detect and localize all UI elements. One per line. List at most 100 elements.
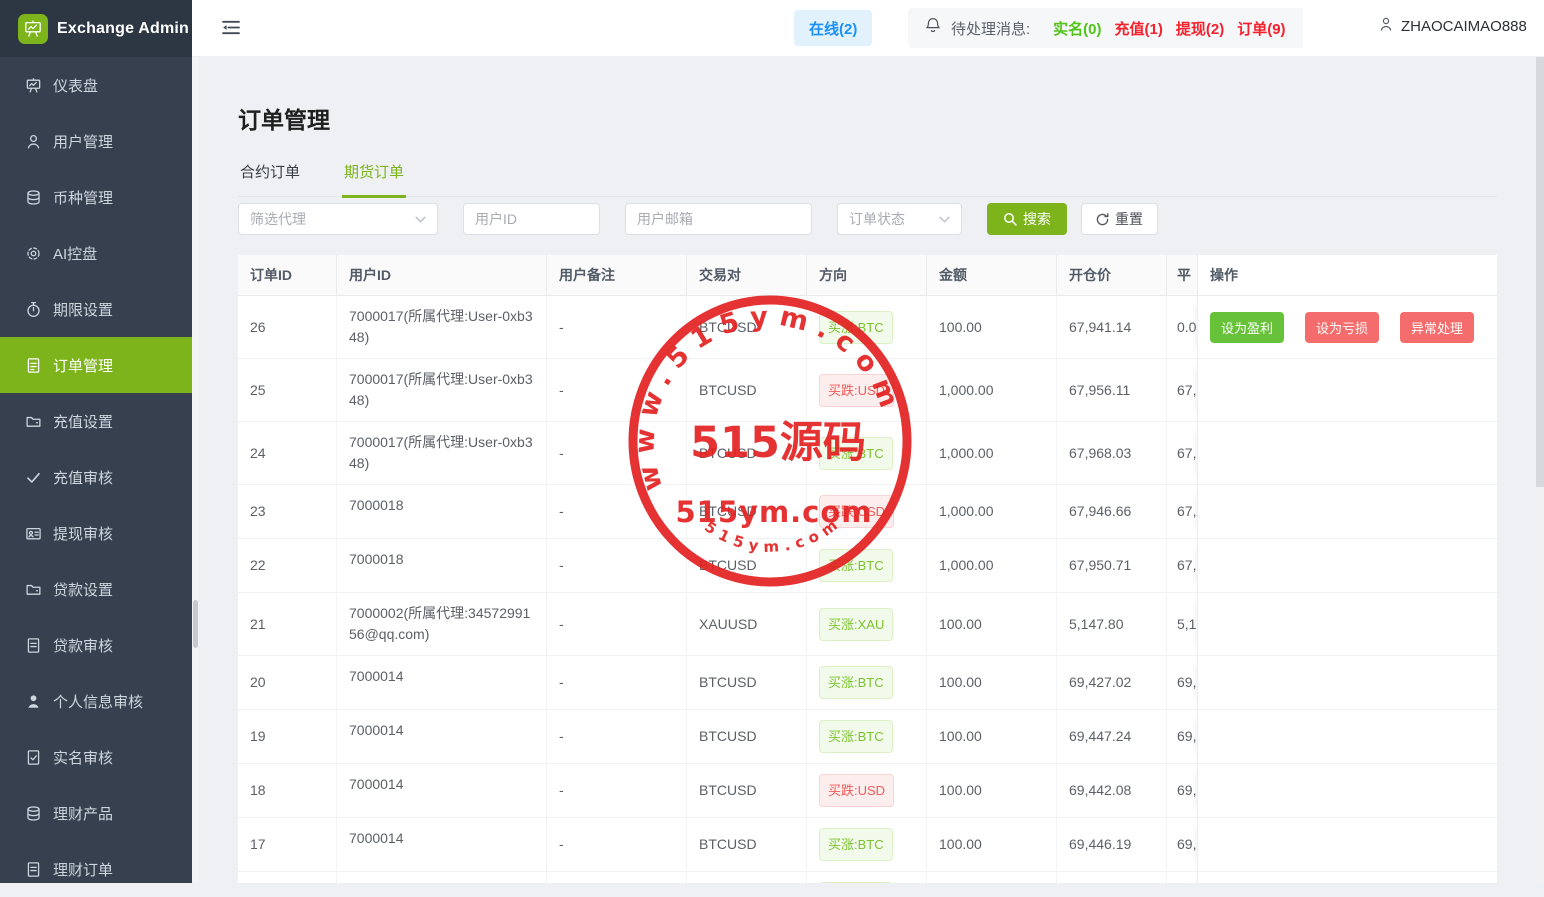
user-note-cell: - bbox=[547, 593, 687, 655]
close-price-cell: 67, bbox=[1167, 422, 1197, 484]
sidebar-item-3[interactable]: AI控盘 bbox=[0, 225, 192, 281]
pending-link-1[interactable]: 充值(1) bbox=[1115, 21, 1163, 38]
user-id-cell: 7000018 bbox=[337, 539, 547, 592]
sidebar-item-2[interactable]: 币种管理 bbox=[0, 169, 192, 225]
close-price-cell: 69, bbox=[1167, 710, 1197, 763]
folder-icon bbox=[25, 581, 42, 598]
page-scrollbar[interactable] bbox=[1536, 57, 1544, 883]
close-price-cell: 67, bbox=[1167, 485, 1197, 538]
dashboard-icon bbox=[25, 77, 42, 94]
brand-name: Exchange Admin bbox=[57, 20, 189, 38]
direction-badge: 买涨:XAU bbox=[819, 608, 893, 641]
order-id-cell: 21 bbox=[238, 593, 337, 655]
sidebar-item-0[interactable]: 仪表盘 bbox=[0, 57, 192, 113]
action-cell bbox=[1197, 485, 1497, 538]
direction-cell: 买涨:BTC bbox=[807, 539, 927, 592]
user-id-cell: 7000014 bbox=[337, 656, 547, 709]
sidebar-item-10[interactable]: 贷款审核 bbox=[0, 617, 192, 673]
sidebar-scrollbar[interactable] bbox=[192, 57, 199, 883]
pair-cell: BTCUSD bbox=[687, 296, 807, 358]
user-id-cell: 7000014 bbox=[337, 818, 547, 871]
status-select-placeholder: 订单状态 bbox=[849, 209, 905, 229]
sidebar-item-13[interactable]: 理财产品 bbox=[0, 785, 192, 841]
sidebar-item-11[interactable]: 个人信息审核 bbox=[0, 673, 192, 729]
file-icon bbox=[25, 861, 42, 878]
brand[interactable]: Exchange Admin bbox=[0, 0, 192, 57]
order-row: 227000018-BTCUSD买涨:BTC1,000.0067,950.716… bbox=[238, 539, 1497, 593]
agent-select[interactable]: 筛选代理 bbox=[238, 203, 438, 235]
sidebar-item-7[interactable]: 充值审核 bbox=[0, 449, 192, 505]
column-header-1: 用户ID bbox=[337, 255, 547, 295]
sidebar-item-6[interactable]: 充值设置 bbox=[0, 393, 192, 449]
order-id-cell: 23 bbox=[238, 485, 337, 538]
direction-badge: 买涨:BTC bbox=[819, 549, 893, 582]
online-badge[interactable]: 在线(2) bbox=[794, 10, 872, 46]
chevron-down-icon bbox=[939, 216, 950, 223]
set-loss-button[interactable]: 设为亏损 bbox=[1305, 312, 1379, 343]
sidebar-item-label: 理财订单 bbox=[53, 859, 113, 880]
column-header-3: 交易对 bbox=[687, 255, 807, 295]
sidebar-item-label: 订单管理 bbox=[53, 355, 113, 376]
sidebar-item-1[interactable]: 用户管理 bbox=[0, 113, 192, 169]
amount-cell: 100.00 bbox=[927, 593, 1057, 655]
user-note-cell: - bbox=[547, 359, 687, 421]
sidebar-item-label: 提现审核 bbox=[53, 523, 113, 544]
open-price-cell: 69,427.02 bbox=[1057, 656, 1167, 709]
order-id-cell: 19 bbox=[238, 710, 337, 763]
menu-fold-icon[interactable] bbox=[222, 20, 240, 35]
sidebar: Exchange Admin 仪表盘用户管理币种管理AI控盘期限设置订单管理充值… bbox=[0, 0, 192, 883]
user-note-cell: - bbox=[547, 764, 687, 817]
pair-cell: BTCUSD bbox=[687, 422, 807, 484]
user-id-input[interactable] bbox=[463, 203, 600, 235]
action-cell bbox=[1197, 539, 1497, 592]
tabs: 合约订单 期货订单 bbox=[238, 159, 1497, 197]
sidebar-item-8[interactable]: 提现审核 bbox=[0, 505, 192, 561]
exception-button[interactable]: 异常处理 bbox=[1400, 312, 1474, 343]
pending-link-0[interactable]: 实名(0) bbox=[1053, 21, 1101, 38]
status-select[interactable]: 订单状态 bbox=[837, 203, 962, 235]
sidebar-item-label: 贷款设置 bbox=[53, 579, 113, 600]
order-id-cell: 16 bbox=[238, 872, 337, 883]
pending-links: 实名(0) 充值(1) 提现(2) 订单(9) bbox=[1040, 18, 1285, 39]
direction-cell: 买跌:USD bbox=[807, 485, 927, 538]
sidebar-item-12[interactable]: 实名审核 bbox=[0, 729, 192, 785]
close-price-cell: 69, bbox=[1167, 872, 1197, 883]
table-body: 267000017(所属代理:User-0xb348)-BTCUSD买涨:BTC… bbox=[238, 296, 1497, 883]
pending-link-3[interactable]: 订单(9) bbox=[1237, 21, 1285, 38]
direction-cell: 买涨:BTC bbox=[807, 818, 927, 871]
tab-contract-orders[interactable]: 合约订单 bbox=[238, 159, 302, 196]
user-menu[interactable]: ZHAOCAIMAO888 bbox=[1378, 16, 1527, 37]
scrollbar-thumb[interactable] bbox=[1536, 57, 1544, 487]
set-profit-button[interactable]: 设为盈利 bbox=[1210, 312, 1284, 343]
order-row: 217000002(所属代理:3457299156@qq.com)-XAUUSD… bbox=[238, 593, 1497, 656]
sidebar-item-14[interactable]: 理财订单 bbox=[0, 841, 192, 897]
users-icon bbox=[25, 133, 42, 150]
sidebar-item-5[interactable]: 订单管理 bbox=[0, 337, 192, 393]
email-input[interactable] bbox=[625, 203, 812, 235]
user-note-cell: - bbox=[547, 872, 687, 883]
close-price-cell: 69, bbox=[1167, 818, 1197, 871]
sidebar-item-9[interactable]: 贷款设置 bbox=[0, 561, 192, 617]
direction-cell: 买跌:USD bbox=[807, 359, 927, 421]
pending-link-2[interactable]: 提现(2) bbox=[1176, 21, 1224, 38]
amount-cell: 100.00 bbox=[927, 710, 1057, 763]
open-price-cell: 69,446.19 bbox=[1057, 818, 1167, 871]
order-id-cell: 17 bbox=[238, 818, 337, 871]
amount-cell: 100.00 bbox=[927, 656, 1057, 709]
search-button[interactable]: 搜索 bbox=[987, 203, 1067, 235]
amount-cell: 100.00 bbox=[927, 296, 1057, 358]
tab-futures-orders[interactable]: 期货订单 bbox=[342, 159, 406, 198]
amount-cell: 1,000.00 bbox=[927, 422, 1057, 484]
sidebar-item-4[interactable]: 期限设置 bbox=[0, 281, 192, 337]
sidebar-item-label: 实名审核 bbox=[53, 747, 113, 768]
amount-cell: 100.00 bbox=[927, 872, 1057, 883]
order-row: 267000017(所属代理:User-0xb348)-BTCUSD买涨:BTC… bbox=[238, 296, 1497, 359]
direction-cell: 买涨:BTC bbox=[807, 872, 927, 883]
search-icon bbox=[1003, 212, 1017, 226]
reset-button[interactable]: 重置 bbox=[1081, 203, 1158, 235]
search-button-label: 搜索 bbox=[1023, 209, 1051, 229]
order-id-cell: 20 bbox=[238, 656, 337, 709]
order-id-cell: 24 bbox=[238, 422, 337, 484]
scrollbar-thumb[interactable] bbox=[193, 600, 198, 648]
direction-cell: 买涨:XAU bbox=[807, 593, 927, 655]
